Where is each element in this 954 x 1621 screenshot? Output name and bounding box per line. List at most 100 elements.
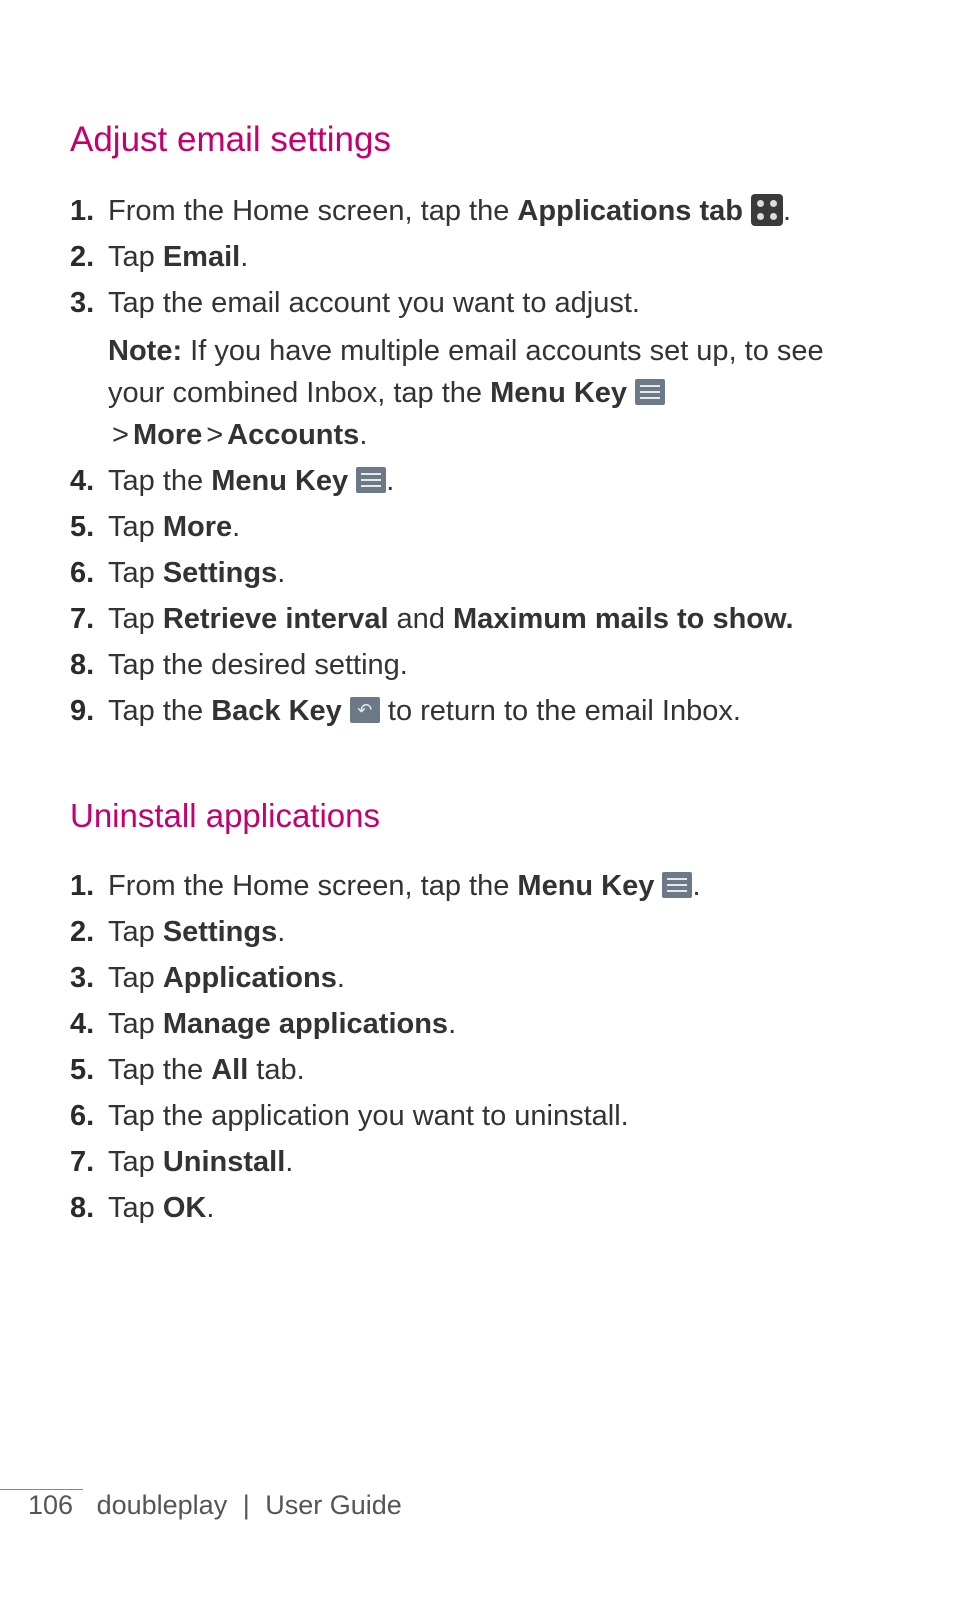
step-number: 5.: [70, 1049, 94, 1091]
step-text: .: [277, 916, 285, 948]
step-text: From the Home screen, tap the: [108, 870, 517, 902]
footer-title: User Guide: [265, 1490, 402, 1520]
step-bold: Settings: [163, 557, 277, 589]
step-text: .: [240, 241, 248, 273]
step-number: 6.: [70, 1095, 94, 1137]
step-number: 2.: [70, 911, 94, 953]
step-number: 8.: [70, 644, 94, 686]
step-number: 4.: [70, 1003, 94, 1045]
step-text: Tap the application you want to uninstal…: [108, 1100, 629, 1132]
applications-tab-icon: [751, 194, 783, 226]
step-item: 8. Tap the desired setting.: [70, 644, 884, 686]
step-bold: Applications tab: [517, 195, 751, 227]
page-footer: 106 doubleplay | User Guide: [0, 1489, 402, 1521]
step-text: tab.: [248, 1054, 304, 1086]
note-text: If you have multiple email accounts set …: [108, 335, 824, 409]
step-text: Tap the: [108, 695, 211, 727]
step-text: .: [337, 962, 345, 994]
step-text: Tap: [108, 1008, 163, 1040]
note-bold: More: [133, 419, 202, 451]
back-key-icon: ↶: [350, 697, 380, 723]
note-bold: Menu Key: [490, 377, 635, 409]
step-bold: Menu Key: [211, 465, 356, 497]
step-item: 7. Tap Retrieve interval and Maximum mai…: [70, 598, 884, 640]
step-item: 8. Tap OK.: [70, 1187, 884, 1229]
step-text: Tap: [108, 916, 163, 948]
step-item: 6. Tap Settings.: [70, 552, 884, 594]
step-item: 3. Tap Applications.: [70, 957, 884, 999]
step-text: Tap the: [108, 465, 211, 497]
step-text: .: [692, 870, 700, 902]
step-bold: Menu Key: [517, 870, 662, 902]
step-text: From the Home screen, tap the: [108, 195, 517, 227]
step-bold: Settings: [163, 916, 277, 948]
step-number: 1.: [70, 190, 94, 232]
step-number: 7.: [70, 598, 94, 640]
step-text: .: [783, 195, 791, 227]
step-number: 6.: [70, 552, 94, 594]
note-bold: Accounts: [227, 419, 359, 451]
step-text: .: [386, 465, 394, 497]
step-text: Tap: [108, 557, 163, 589]
step-text: .: [448, 1008, 456, 1040]
step-item: 2. Tap Settings.: [70, 911, 884, 953]
menu-key-icon: [356, 467, 386, 493]
step-text: .: [277, 557, 285, 589]
step-item: 7. Tap Uninstall.: [70, 1141, 884, 1183]
step-bold: Applications: [163, 962, 337, 994]
note-text: .: [359, 419, 367, 451]
menu-key-icon: [635, 379, 665, 405]
step-text: .: [285, 1146, 293, 1178]
step-number: 3.: [70, 957, 94, 999]
step-text: Tap the email account you want to adjust…: [108, 287, 640, 319]
step-item: 4. Tap Manage applications.: [70, 1003, 884, 1045]
heading-uninstall-apps: Uninstall applications: [70, 797, 884, 835]
step-item: 1. From the Home screen, tap the Menu Ke…: [70, 865, 884, 907]
steps-list-2: 1. From the Home screen, tap the Menu Ke…: [70, 865, 884, 1229]
step-bold: All: [211, 1054, 248, 1086]
step-text: Tap the desired setting.: [108, 649, 408, 681]
step-text: .: [232, 511, 240, 543]
step-item: 5. Tap the All tab.: [70, 1049, 884, 1091]
step-bold: Maximum mails to show.: [453, 603, 794, 635]
step-number: 7.: [70, 1141, 94, 1183]
step-text: Tap: [108, 511, 163, 543]
step-number: 8.: [70, 1187, 94, 1229]
heading-adjust-email: Adjust email settings: [70, 120, 884, 160]
step-bold: Uninstall: [163, 1146, 285, 1178]
step-text: Tap: [108, 603, 163, 635]
step-bold: Back Key: [211, 695, 350, 727]
step-number: 4.: [70, 460, 94, 502]
breadcrumb-sep: >: [112, 419, 129, 451]
step-bold: More: [163, 511, 232, 543]
step-number: 5.: [70, 506, 94, 548]
step-text: and: [389, 603, 454, 635]
footer-sep: |: [243, 1490, 250, 1520]
step-text: to return to the email Inbox.: [380, 695, 741, 727]
step-item: 4. Tap the Menu Key .: [70, 460, 884, 502]
step-item: 5. Tap More.: [70, 506, 884, 548]
step-item: 6. Tap the application you want to unins…: [70, 1095, 884, 1137]
step-text: Tap: [108, 1192, 163, 1224]
step-text: Tap: [108, 1146, 163, 1178]
step-bold: Email: [163, 241, 240, 273]
step-text: Tap: [108, 962, 163, 994]
step-item: 3. Tap the email account you want to adj…: [70, 282, 884, 456]
page-number: 106: [0, 1489, 83, 1521]
step-bold: Retrieve interval: [163, 603, 389, 635]
step-number: 9.: [70, 690, 94, 732]
menu-key-icon: [662, 872, 692, 898]
step-item: 9. Tap the Back Key ↶ to return to the e…: [70, 690, 884, 732]
step-number: 1.: [70, 865, 94, 907]
note-block: Note: If you have multiple email account…: [108, 330, 884, 456]
step-text: .: [206, 1192, 214, 1224]
step-bold: Manage applications: [163, 1008, 448, 1040]
step-text: Tap: [108, 241, 163, 273]
note-label: Note:: [108, 335, 182, 367]
footer-product: doubleplay: [97, 1490, 228, 1520]
step-item: 1. From the Home screen, tap the Applica…: [70, 190, 884, 232]
breadcrumb-sep: >: [206, 419, 223, 451]
step-item: 2. Tap Email.: [70, 236, 884, 278]
step-number: 3.: [70, 282, 94, 324]
step-text: Tap the: [108, 1054, 211, 1086]
